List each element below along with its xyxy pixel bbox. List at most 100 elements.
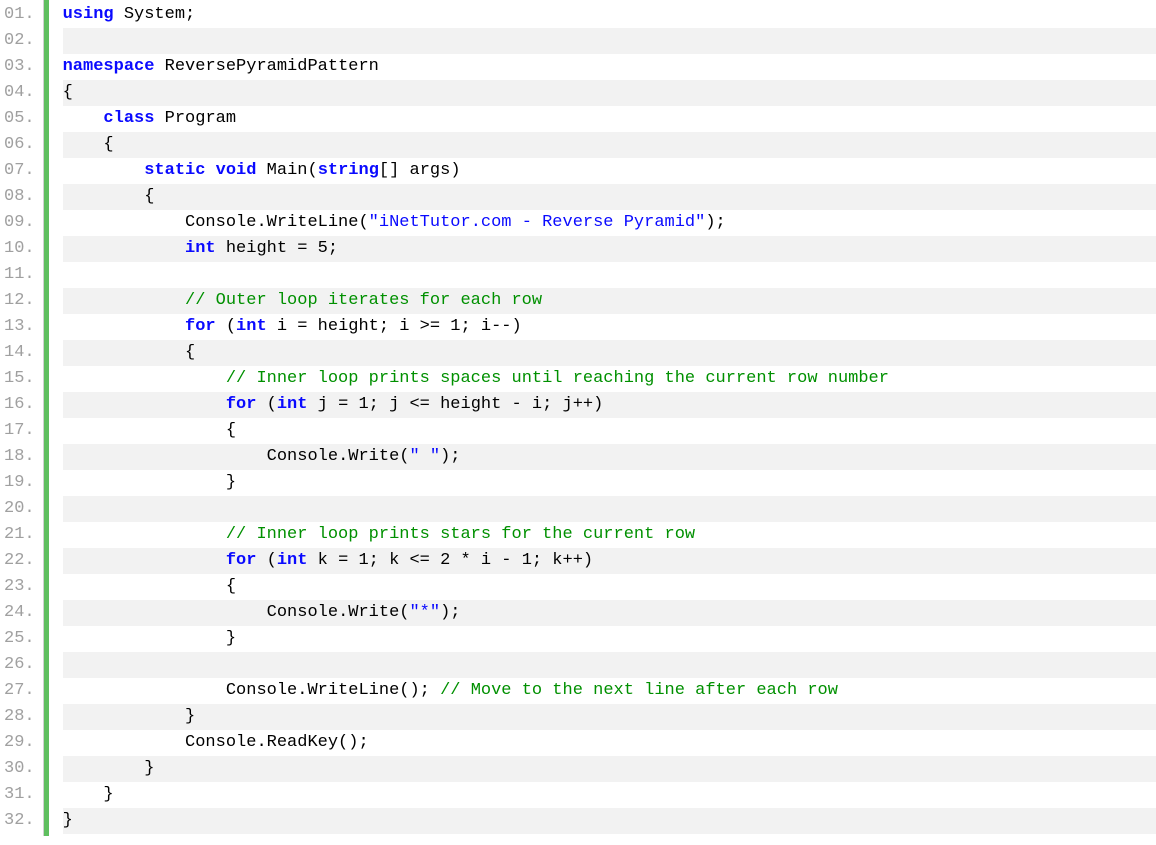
token-txt: Program [154, 109, 236, 128]
token-txt: ( [256, 395, 276, 414]
token-txt: height = 5; [216, 239, 338, 258]
code-line: } [63, 756, 1156, 782]
token-txt: Console.WriteLine( [185, 213, 369, 232]
line-number: 20. [4, 496, 35, 522]
code-line: Console.ReadKey(); [63, 730, 1156, 756]
token-txt: } [226, 473, 236, 492]
token-kw: for [226, 551, 257, 570]
code-line: for (int k = 1; k <= 2 * i - 1; k++) [63, 548, 1156, 574]
line-number: 29. [4, 730, 35, 756]
token-txt: { [103, 135, 113, 154]
token-txt: [] args) [379, 161, 461, 180]
token-txt [205, 161, 215, 180]
code-line: { [63, 418, 1156, 444]
code-line: } [63, 782, 1156, 808]
code-editor: 01.02.03.04.05.06.07.08.09.10.11.12.13.1… [0, 0, 1156, 836]
line-number: 25. [4, 626, 35, 652]
token-txt: { [226, 421, 236, 440]
code-line: { [63, 574, 1156, 600]
code-line: } [63, 626, 1156, 652]
token-kw: static [144, 161, 205, 180]
token-com: // Inner loop prints spaces until reachi… [226, 369, 889, 388]
line-number: 12. [4, 288, 35, 314]
token-kw: int [277, 395, 308, 414]
line-number: 27. [4, 678, 35, 704]
line-number: 06. [4, 132, 35, 158]
code-area: using System; namespace ReversePyramidPa… [49, 0, 1156, 836]
line-number: 24. [4, 600, 35, 626]
line-number: 01. [4, 2, 35, 28]
code-line [63, 652, 1156, 678]
line-number: 02. [4, 28, 35, 54]
token-txt: k = 1; k <= 2 * i - 1; k++) [307, 551, 593, 570]
line-number: 19. [4, 470, 35, 496]
token-txt: { [63, 83, 73, 102]
code-line: { [63, 132, 1156, 158]
code-line: Console.Write("*"); [63, 600, 1156, 626]
code-line: { [63, 80, 1156, 106]
code-line: namespace ReversePyramidPattern [63, 54, 1156, 80]
code-line: } [63, 704, 1156, 730]
line-number: 17. [4, 418, 35, 444]
token-str: "*" [409, 603, 440, 622]
token-kw: for [185, 317, 216, 336]
token-txt: } [63, 811, 73, 830]
token-txt: ( [256, 551, 276, 570]
line-number: 28. [4, 704, 35, 730]
token-str: "iNetTutor.com - Reverse Pyramid" [369, 213, 706, 232]
code-line: } [63, 808, 1156, 834]
code-line: // Inner loop prints spaces until reachi… [63, 366, 1156, 392]
code-line: using System; [63, 2, 1156, 28]
token-txt: ); [440, 447, 460, 466]
token-txt: ); [440, 603, 460, 622]
code-line: class Program [63, 106, 1156, 132]
line-number: 13. [4, 314, 35, 340]
code-line: Console.WriteLine("iNetTutor.com - Rever… [63, 210, 1156, 236]
line-number: 09. [4, 210, 35, 236]
token-kw: namespace [63, 57, 155, 76]
token-kw: string [318, 161, 379, 180]
token-kw: int [185, 239, 216, 258]
token-kw: void [216, 161, 257, 180]
line-number: 11. [4, 262, 35, 288]
line-number: 15. [4, 366, 35, 392]
token-kw: int [277, 551, 308, 570]
token-txt: ( [216, 317, 236, 336]
token-txt: ReversePyramidPattern [154, 57, 378, 76]
line-number: 08. [4, 184, 35, 210]
line-number: 30. [4, 756, 35, 782]
token-txt: Console.WriteLine(); [226, 681, 440, 700]
line-number: 04. [4, 80, 35, 106]
token-str: " " [409, 447, 440, 466]
line-number: 22. [4, 548, 35, 574]
token-txt: i = height; i >= 1; i--) [267, 317, 522, 336]
token-com: // Outer loop iterates for each row [185, 291, 542, 310]
code-line: Console.Write(" "); [63, 444, 1156, 470]
line-number: 14. [4, 340, 35, 366]
code-line [63, 262, 1156, 288]
token-txt: } [226, 629, 236, 648]
token-kw: class [103, 109, 154, 128]
line-number: 26. [4, 652, 35, 678]
token-txt: Main( [256, 161, 317, 180]
token-com: // Move to the next line after each row [440, 681, 838, 700]
code-line: { [63, 340, 1156, 366]
token-txt: } [144, 759, 154, 778]
token-txt: Console.Write( [267, 447, 410, 466]
code-line: int height = 5; [63, 236, 1156, 262]
line-number: 32. [4, 808, 35, 834]
code-line: // Outer loop iterates for each row [63, 288, 1156, 314]
line-number: 31. [4, 782, 35, 808]
line-number: 16. [4, 392, 35, 418]
code-line [63, 496, 1156, 522]
token-txt: { [144, 187, 154, 206]
token-txt: Console.ReadKey(); [185, 733, 369, 752]
line-number: 21. [4, 522, 35, 548]
code-line: Console.WriteLine(); // Move to the next… [63, 678, 1156, 704]
line-number: 10. [4, 236, 35, 262]
token-com: // Inner loop prints stars for the curre… [226, 525, 695, 544]
token-kw: for [226, 395, 257, 414]
token-txt: j = 1; j <= height - i; j++) [307, 395, 603, 414]
code-line: // Inner loop prints stars for the curre… [63, 522, 1156, 548]
token-txt: ); [705, 213, 725, 232]
